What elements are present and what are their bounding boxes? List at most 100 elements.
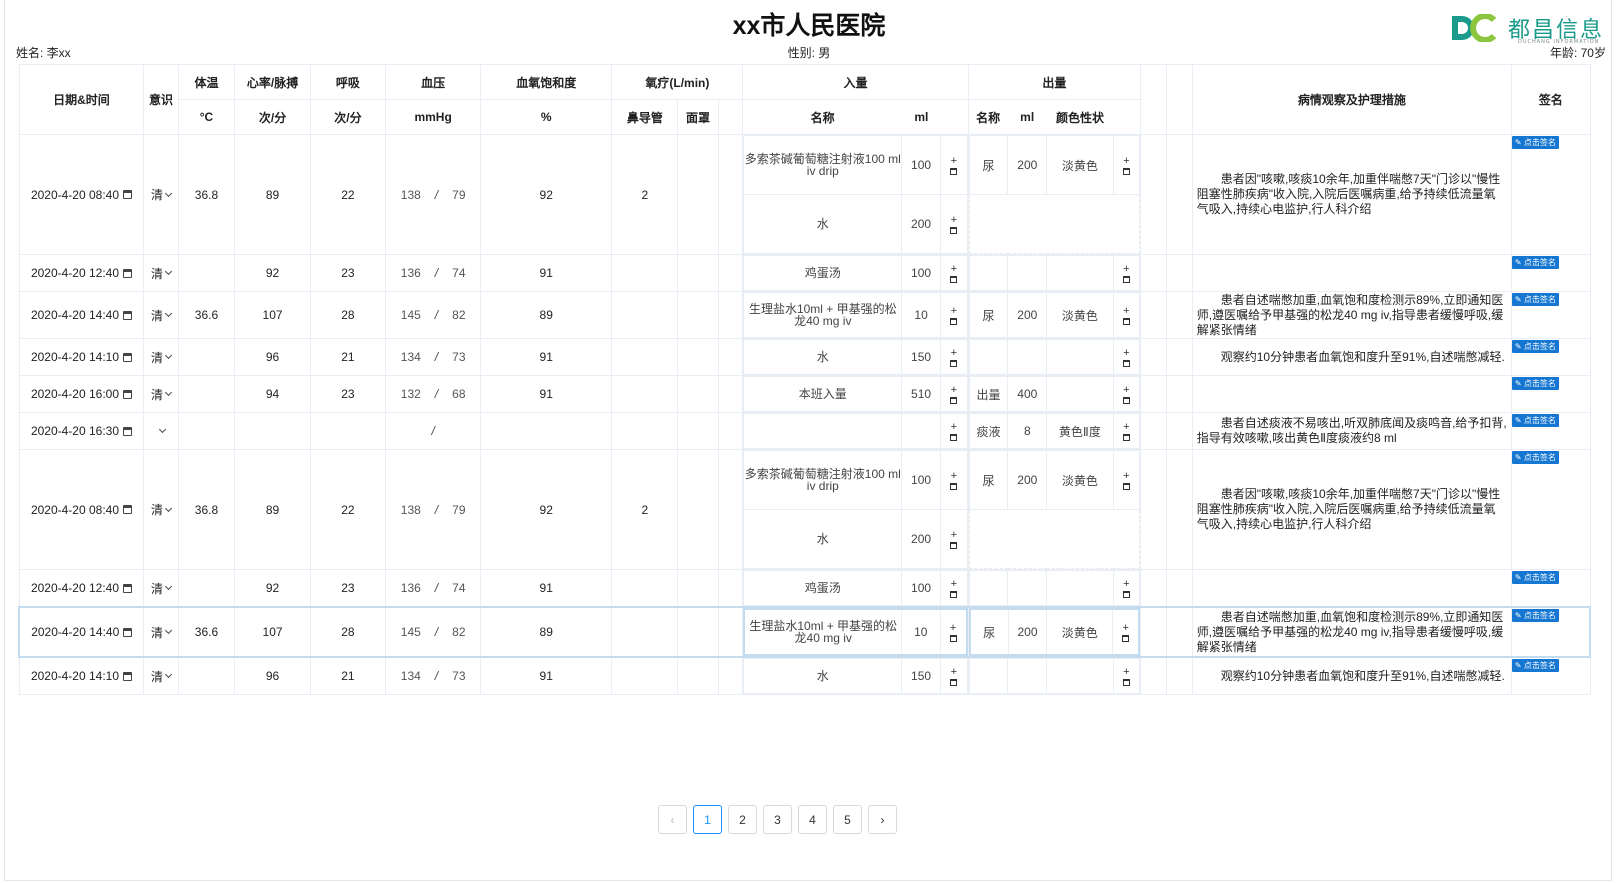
hr-cell[interactable]: 96 [234,656,311,695]
output-ml[interactable] [1007,658,1048,694]
output-name[interactable] [968,339,1009,375]
o2-nasal-cell[interactable] [611,656,679,695]
sign-button[interactable]: ✎ 点击签名 [1511,340,1559,353]
calendar-icon[interactable] [123,310,133,320]
resp-cell[interactable]: 28 [309,606,387,658]
o2-extra-cell[interactable] [717,606,744,658]
dbp-value[interactable]: 82 [452,308,465,322]
delete-icon[interactable] [1122,317,1130,325]
datetime-cell[interactable]: 2020-4-20 12:40 [18,254,145,292]
add-icon[interactable]: + [1123,155,1129,167]
add-icon[interactable]: + [1123,421,1129,433]
output-ml[interactable]: 8 [1007,413,1048,449]
hr-cell[interactable]: 92 [234,569,311,608]
datetime-cell[interactable]: 2020-4-20 14:40 [18,291,145,339]
temp-cell[interactable]: 36.8 [177,134,236,255]
datetime-cell[interactable]: 2020-4-20 08:40 [18,134,145,255]
consciousness-select[interactable] [143,412,179,450]
output-color[interactable] [1046,658,1114,694]
sign-button[interactable]: ✎ 点击签名 [1511,609,1559,622]
delete-icon[interactable] [950,167,958,175]
observation-cell[interactable]: 患者自述喘憋加重,血氧饱和度检测示89%,立即通知医师,遵医嘱给予甲基强的松龙4… [1191,291,1512,339]
spo2-cell[interactable]: 92 [480,449,613,570]
resp-cell[interactable]: 21 [309,338,387,376]
intake-ml[interactable]: 200 [901,194,942,254]
consciousness-select[interactable]: 清 [143,449,179,570]
datetime-cell[interactable]: 2020-4-20 14:40 [18,606,145,658]
observation-cell[interactable]: 患者自述痰液不易咳出,听双肺底闻及痰鸣音,给予扣背,指导有效咳嗽,咳出黄色Ⅱ度痰… [1191,412,1512,450]
sbp-value[interactable]: 132 [401,387,421,401]
output-name[interactable] [968,658,1009,694]
observation-cell[interactable]: 患者因"咳嗽,咳痰10余年,加重伴喘憋7天"门诊以"慢性阻塞性肺疾病"收入院,入… [1191,134,1512,255]
o2-nasal-cell[interactable]: 2 [611,449,679,570]
add-icon[interactable]: + [1123,263,1129,275]
spo2-cell[interactable] [480,412,613,450]
page-4-button[interactable]: 4 [798,805,827,834]
spo2-cell[interactable]: 91 [480,656,613,695]
output-ml[interactable]: 400 [1007,376,1048,412]
intake-name[interactable]: 鸡蛋汤 [743,255,903,291]
output-name[interactable]: 出量 [968,376,1009,412]
datetime-cell[interactable]: 2020-4-20 16:30 [18,412,145,450]
calendar-icon[interactable] [123,268,133,278]
intake-ml[interactable]: 100 [901,570,942,606]
o2-extra-cell[interactable] [717,338,744,376]
temp-cell[interactable]: 36.6 [177,291,236,339]
spo2-cell[interactable]: 91 [480,375,613,413]
intake-name[interactable]: 水 [743,194,903,254]
bp-cell[interactable]: 136 / 74 [385,254,482,292]
temp-cell[interactable]: 36.8 [177,449,236,570]
intake-name[interactable]: 多索茶碱葡萄糖注射液100 ml iv drip [743,450,903,510]
o2-nasal-cell[interactable] [611,291,679,339]
consciousness-select[interactable]: 清 [143,338,179,376]
intake-name[interactable]: 水 [743,339,903,375]
hr-cell[interactable]: 89 [234,449,311,570]
spo2-cell[interactable]: 91 [480,254,613,292]
o2-mask-cell[interactable] [677,134,719,255]
spo2-cell[interactable]: 89 [480,291,613,339]
resp-cell[interactable]: 22 [309,134,387,255]
intake-ml[interactable] [901,413,942,449]
o2-extra-cell[interactable] [717,134,744,255]
add-icon[interactable]: + [951,470,957,482]
resp-cell[interactable]: 28 [309,291,387,339]
bp-cell[interactable]: 132 / 68 [385,375,482,413]
o2-nasal-cell[interactable]: 2 [611,134,679,255]
spo2-cell[interactable]: 92 [480,134,613,255]
page-1-button[interactable]: 1 [693,805,722,834]
add-icon[interactable]: + [1122,622,1128,634]
dbp-value[interactable]: 73 [452,350,465,364]
next-page-button[interactable]: › [868,805,897,834]
spo2-cell[interactable]: 91 [480,569,613,608]
intake-name[interactable]: 本班入量 [743,376,903,412]
output-color[interactable]: 淡黄色 [1046,135,1114,195]
consciousness-select[interactable]: 清 [143,569,179,608]
add-icon[interactable]: + [1123,470,1129,482]
temp-cell[interactable] [177,412,236,450]
intake-ml[interactable]: 100 [901,255,942,291]
calendar-icon[interactable] [123,190,133,199]
add-icon[interactable]: + [951,578,957,590]
bp-cell[interactable]: 134 / 73 [385,338,482,376]
o2-nasal-cell[interactable] [611,606,679,658]
hr-cell[interactable]: 89 [234,134,311,255]
o2-nasal-cell[interactable] [611,569,679,608]
sbp-value[interactable]: 134 [401,669,421,683]
output-name[interactable] [968,570,1009,606]
delete-icon[interactable] [949,634,957,642]
o2-extra-cell[interactable] [717,656,744,695]
bp-cell[interactable]: 138 / 79 [385,449,482,570]
output-name[interactable]: 尿 [968,292,1009,338]
add-icon[interactable]: + [951,214,957,226]
o2-nasal-cell[interactable] [611,338,679,376]
output-name[interactable]: 痰液 [968,413,1009,449]
hr-cell[interactable]: 94 [234,375,311,413]
output-name[interactable] [968,255,1009,291]
delete-icon[interactable] [950,482,958,490]
sign-button[interactable]: ✎ 点击签名 [1511,377,1559,390]
o2-mask-cell[interactable] [677,338,719,376]
o2-extra-cell[interactable] [717,375,744,413]
output-ml[interactable]: 200 [1007,292,1048,338]
sbp-value[interactable]: 134 [401,350,421,364]
sign-button[interactable]: ✎ 点击签名 [1511,293,1559,306]
